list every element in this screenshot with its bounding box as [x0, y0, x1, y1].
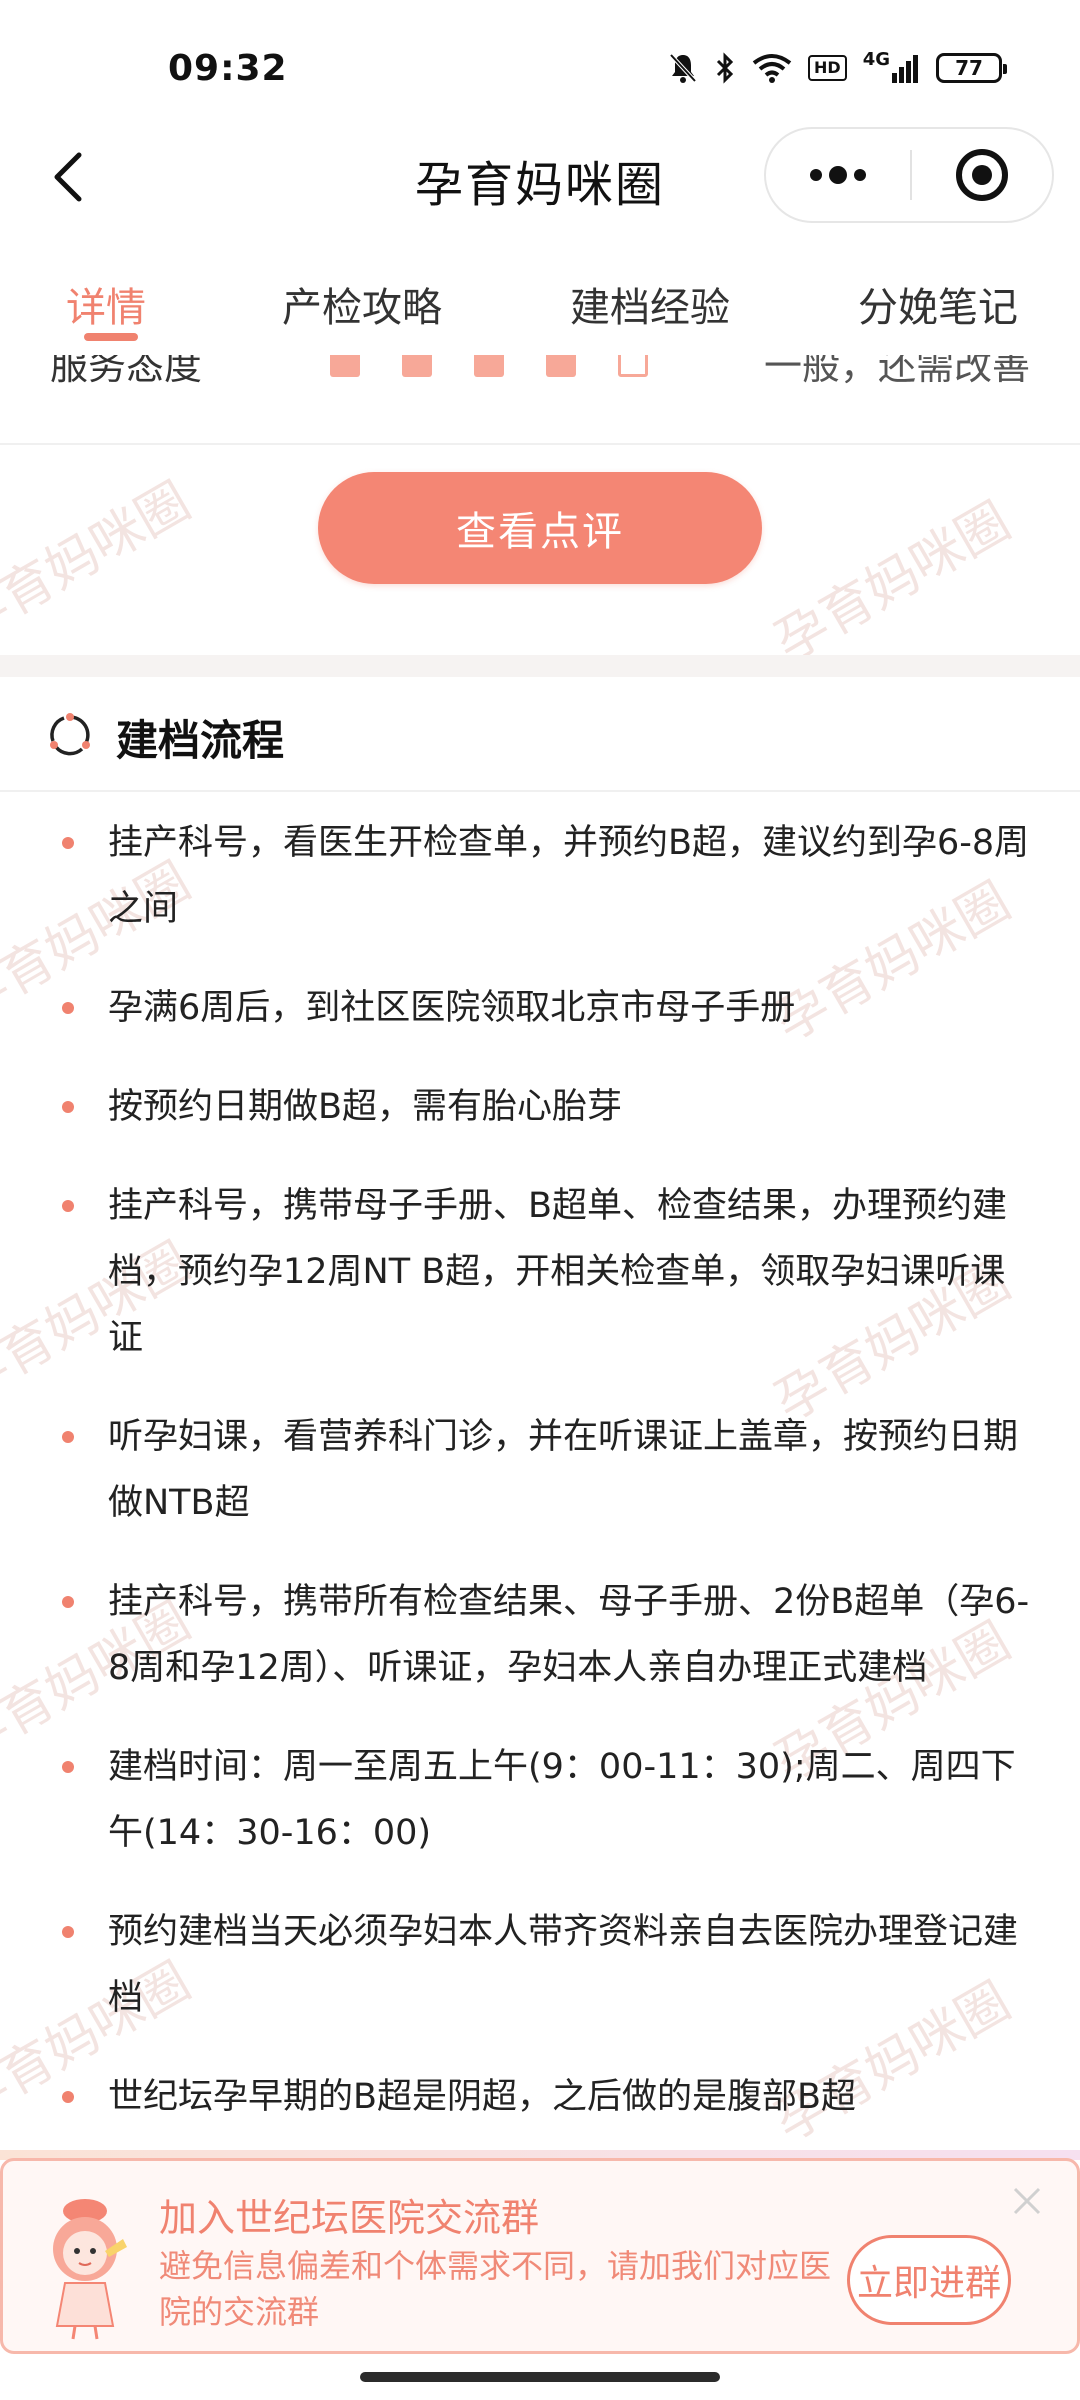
bullet-dot-icon	[62, 1926, 74, 1938]
watermark: 孕育妈咪圈	[0, 471, 201, 654]
step-text: 孕满6周后，到社区医院领取北京市母子手册	[108, 988, 796, 1028]
network-type: 4G	[862, 49, 890, 70]
section-header: 建档流程	[0, 677, 1080, 792]
more-dots-icon	[810, 166, 866, 184]
close-mini-program-button[interactable]	[912, 129, 1052, 221]
tab-filing-experience[interactable]: 建档经验	[570, 275, 730, 333]
bullet-dot-icon	[62, 1200, 74, 1212]
mini-program-capsule	[764, 127, 1054, 223]
status-bar: 09:32 HD 4G 77	[0, 0, 1080, 130]
home-indicator[interactable]	[360, 2372, 720, 2382]
list-item: 挂产科号，携带所有检查结果、母子手册、2份B超单（孕6-8周和孕12周）、听课证…	[0, 1569, 1080, 1701]
banner-title: 加入世纪坛医院交流群	[159, 2196, 540, 2240]
step-text: 世纪坛孕早期的B超是阴超，之后做的是腹部B超	[108, 2077, 857, 2117]
bullet-dot-icon	[62, 1101, 74, 1113]
target-close-icon	[956, 149, 1008, 201]
filing-steps-list: 挂产科号，看医生开检查单，并预约B超，建议约到孕6-8周之间 孕满6周后，到社区…	[0, 810, 1080, 2163]
rating-stars	[330, 355, 648, 377]
process-cycle-icon	[50, 713, 90, 756]
list-item: 听孕妇课，看营养科门诊，并在听课证上盖章，按预约日期做NTB超	[0, 1404, 1080, 1536]
service-rating-result: 一般，还需改善	[763, 355, 1030, 388]
bullet-dot-icon	[62, 1761, 74, 1773]
list-item: 建档时间：周一至周五上午(9：00-11：30);周二、周四下午(14：30-1…	[0, 1734, 1080, 1866]
section-divider	[0, 655, 1080, 677]
join-group-banner: 加入世纪坛医院交流群 避免信息偏差和个体需求不同，请加我们对应医院的交流群 立即…	[0, 2158, 1080, 2354]
banner-close-button[interactable]	[1007, 2181, 1047, 2221]
star-icon	[330, 355, 360, 377]
battery-level: 77	[955, 56, 983, 80]
status-icons: HD 4G 77	[668, 49, 1007, 84]
step-text: 挂产科号，携带母子手册、B超单、检查结果，办理预约建档，预约孕12周NT B超，…	[108, 1186, 1008, 1358]
tab-prenatal-guide[interactable]: 产检攻略	[282, 275, 442, 333]
hd-badge: HD	[808, 55, 847, 81]
nav-bar: 孕育妈咪圈	[0, 125, 1080, 235]
tab-bar: 详情 产检攻略 建档经验 分娩笔记	[0, 255, 1080, 355]
join-group-button[interactable]: 立即进群	[847, 2235, 1011, 2325]
service-rating-label: 服务态度	[50, 355, 203, 388]
mute-bell-icon	[668, 52, 698, 84]
section-title: 建档流程	[116, 716, 285, 765]
step-text: 预约建档当天必须孕妇本人带齐资料亲自去医院办理登记建档	[108, 1912, 1019, 2018]
step-text: 按预约日期做B超，需有胎心胎芽	[108, 1087, 623, 1127]
bullet-dot-icon	[62, 1002, 74, 1014]
step-text: 建档时间：周一至周五上午(9：00-11：30);周二、周四下午(14：30-1…	[108, 1747, 1016, 1853]
close-icon	[1013, 2187, 1041, 2215]
step-text: 听孕妇课，看营养科门诊，并在听课证上盖章，按预约日期做NTB超	[108, 1417, 1019, 1523]
active-tab-indicator	[84, 333, 138, 341]
watermark: 孕育妈咪圈	[765, 491, 1021, 674]
list-item: 挂产科号，携带母子手册、B超单、检查结果，办理预约建档，预约孕12周NT B超，…	[0, 1173, 1080, 1371]
bullet-dot-icon	[62, 1596, 74, 1608]
bullet-dot-icon	[62, 837, 74, 849]
status-time: 09:32	[168, 48, 288, 89]
list-item: 孕满6周后，到社区医院领取北京市母子手册	[0, 975, 1080, 1041]
star-icon	[402, 355, 432, 377]
star-empty-icon	[618, 355, 648, 377]
service-rating-row: 服务态度 一般，还需改善	[0, 355, 1080, 445]
banner-description: 避免信息偏差和个体需求不同，请加我们对应医院的交流群	[159, 2247, 832, 2331]
list-item: 世纪坛孕早期的B超是阴超，之后做的是腹部B超	[0, 2064, 1080, 2130]
star-icon	[474, 355, 504, 377]
list-item: 预约建档当天必须孕妇本人带齐资料亲自去医院办理登记建档	[0, 1899, 1080, 2031]
wifi-icon	[752, 53, 792, 83]
step-text: 挂产科号，携带所有检查结果、母子手册、2份B超单（孕6-8周和孕12周）、听课证…	[108, 1582, 1030, 1688]
cellular-signal-icon: 4G	[862, 49, 920, 83]
step-text: 挂产科号，看医生开检查单，并预约B超，建议约到孕6-8周之间	[108, 823, 1030, 929]
tab-details[interactable]: 详情	[66, 275, 146, 333]
list-item: 按预约日期做B超，需有胎心胎芽	[0, 1074, 1080, 1140]
more-button[interactable]	[766, 129, 910, 221]
star-icon	[546, 355, 576, 377]
view-reviews-button[interactable]: 查看点评	[318, 472, 762, 584]
tab-delivery-notes[interactable]: 分娩笔记	[858, 275, 1018, 333]
bullet-dot-icon	[62, 1431, 74, 1443]
bullet-dot-icon	[62, 2091, 74, 2103]
mascot-avatar-icon	[53, 2199, 127, 2340]
bluetooth-icon	[714, 52, 736, 84]
screen: 09:32 HD 4G 77 孕育妈咪圈 详情 产检攻略 建档经验 分娩笔记 服…	[0, 0, 1080, 2400]
battery-icon: 77	[936, 53, 1007, 83]
list-item: 挂产科号，看医生开检查单，并预约B超，建议约到孕6-8周之间	[0, 810, 1080, 942]
